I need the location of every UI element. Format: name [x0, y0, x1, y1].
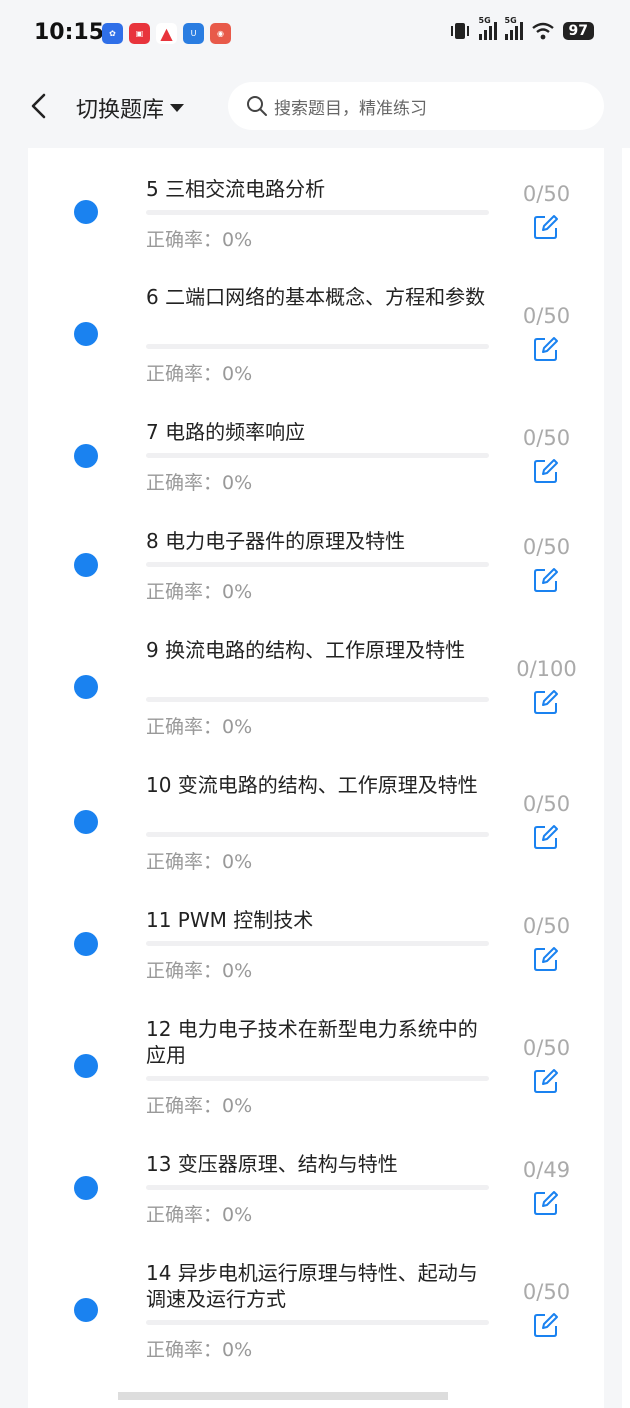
- progress-count: 0/50: [522, 535, 571, 559]
- progress-count: 0/100: [516, 657, 577, 681]
- page-title: 切换题库: [76, 98, 165, 123]
- edit-icon[interactable]: [533, 1312, 559, 1338]
- progress-bar: [146, 1076, 489, 1081]
- chapter-title: 5 三相交流电路分析: [146, 177, 326, 201]
- status-dot: [74, 810, 98, 834]
- app-notification-icon: ✿: [102, 23, 123, 44]
- progress-count: 0/49: [522, 1158, 571, 1182]
- progress-count: 0/50: [522, 1036, 571, 1060]
- edit-icon[interactable]: [533, 458, 559, 484]
- progress-bar: [146, 941, 489, 946]
- adjacent-panel-edge: [622, 148, 630, 1408]
- network-type-label: 5G: [478, 16, 491, 25]
- status-indicators: 5G 5G 97: [449, 16, 594, 40]
- app-notification-icon: ◉: [210, 23, 231, 44]
- chapter-title: 6 二端口网络的基本概念、方程和参数: [146, 285, 486, 309]
- progress-bar: [146, 210, 489, 215]
- progress-bar: [146, 697, 489, 702]
- accuracy-label: 正确率：0%: [146, 581, 253, 603]
- accuracy-label: 正确率：0%: [146, 1204, 253, 1226]
- chapter-title: 7 电路的频率响应: [146, 420, 306, 444]
- progress-bar: [146, 453, 489, 458]
- progress-count: 0/50: [522, 426, 571, 450]
- chapter-title: 14 异步电机运行原理与特性、起动与调速及运行方式: [146, 1261, 478, 1311]
- progress-count: 0/50: [522, 792, 571, 816]
- back-arrow-icon[interactable]: [28, 92, 50, 120]
- edit-icon[interactable]: [533, 824, 559, 850]
- chapter-title: 9 换流电路的结构、工作原理及特性: [146, 638, 466, 662]
- edit-icon[interactable]: [533, 689, 559, 715]
- progress-bar: [146, 344, 489, 349]
- accuracy-label: 正确率：0%: [146, 851, 253, 873]
- chapter-title: 11 PWM 控制技术: [146, 908, 314, 932]
- chapter-title: 13 变压器原理、结构与特性: [146, 1152, 398, 1176]
- app-notification-icon: U: [183, 23, 204, 44]
- progress-bar: [146, 1320, 489, 1325]
- wifi-icon: [531, 22, 554, 40]
- notification-icons: ✿ ▣ ▲ U ◉: [102, 23, 231, 44]
- accuracy-label: 正确率：0%: [146, 1339, 253, 1361]
- signal-icon: 5G: [478, 16, 497, 40]
- accuracy-label: 正确率：0%: [146, 1095, 253, 1117]
- progress-count: 0/50: [522, 1280, 571, 1304]
- accuracy-label: 正确率：0%: [146, 363, 253, 385]
- status-dot: [74, 1176, 98, 1200]
- app-notification-icon: ▲: [156, 23, 177, 44]
- battery-indicator: 97: [562, 22, 594, 40]
- edit-icon[interactable]: [533, 1190, 559, 1216]
- bank-switcher-dropdown[interactable]: 切换题库: [76, 92, 185, 124]
- chapter-list: 5 三相交流电路分析 正确率：0% 0/50 6 二端口网络的基本概念、方程和参…: [28, 148, 604, 1408]
- network-type-label: 5G: [504, 16, 517, 25]
- vibrate-icon: [450, 23, 469, 39]
- progress-bar: [146, 1185, 489, 1190]
- status-bar: 10:15 ✿ ▣ ▲ U ◉ 5G 5G 97: [0, 0, 630, 68]
- status-dot: [74, 932, 98, 956]
- edit-icon[interactable]: [533, 336, 559, 362]
- accuracy-label: 正确率：0%: [146, 229, 253, 251]
- progress-bar: [146, 832, 489, 837]
- chapter-title: 10 变流电路的结构、工作原理及特性: [146, 773, 478, 797]
- chapter-title: 12 电力电子技术在新型电力系统中的应用: [146, 1017, 478, 1067]
- app-notification-icon: ▣: [129, 23, 150, 44]
- status-time: 10:15: [34, 20, 105, 45]
- search-icon: [247, 96, 267, 116]
- signal-icon: 5G: [504, 16, 523, 40]
- status-dot: [74, 322, 98, 346]
- edit-icon[interactable]: [533, 946, 559, 972]
- edit-icon[interactable]: [533, 214, 559, 240]
- search-input[interactable]: 搜索题目，精准练习: [228, 82, 604, 130]
- header: 切换题库 搜索题目，精准练习: [0, 68, 630, 148]
- progress-bar: [146, 562, 489, 567]
- status-dot: [74, 1298, 98, 1322]
- progress-count: 0/50: [522, 182, 571, 206]
- progress-count: 0/50: [522, 304, 571, 328]
- status-dot: [74, 200, 98, 224]
- status-dot: [74, 553, 98, 577]
- accuracy-label: 正确率：0%: [146, 472, 253, 494]
- edit-icon[interactable]: [533, 1068, 559, 1094]
- search-placeholder: 搜索题目，精准练习: [274, 98, 427, 119]
- status-dot: [74, 1054, 98, 1078]
- accuracy-label: 正确率：0%: [146, 716, 253, 738]
- accuracy-label: 正确率：0%: [146, 960, 253, 982]
- status-dot: [74, 444, 98, 468]
- progress-count: 0/50: [522, 914, 571, 938]
- status-dot: [74, 675, 98, 699]
- edit-icon[interactable]: [533, 567, 559, 593]
- chapter-title: 8 电力电子器件的原理及特性: [146, 529, 406, 553]
- caret-down-icon: [170, 104, 185, 112]
- next-item-partial: [118, 1392, 448, 1400]
